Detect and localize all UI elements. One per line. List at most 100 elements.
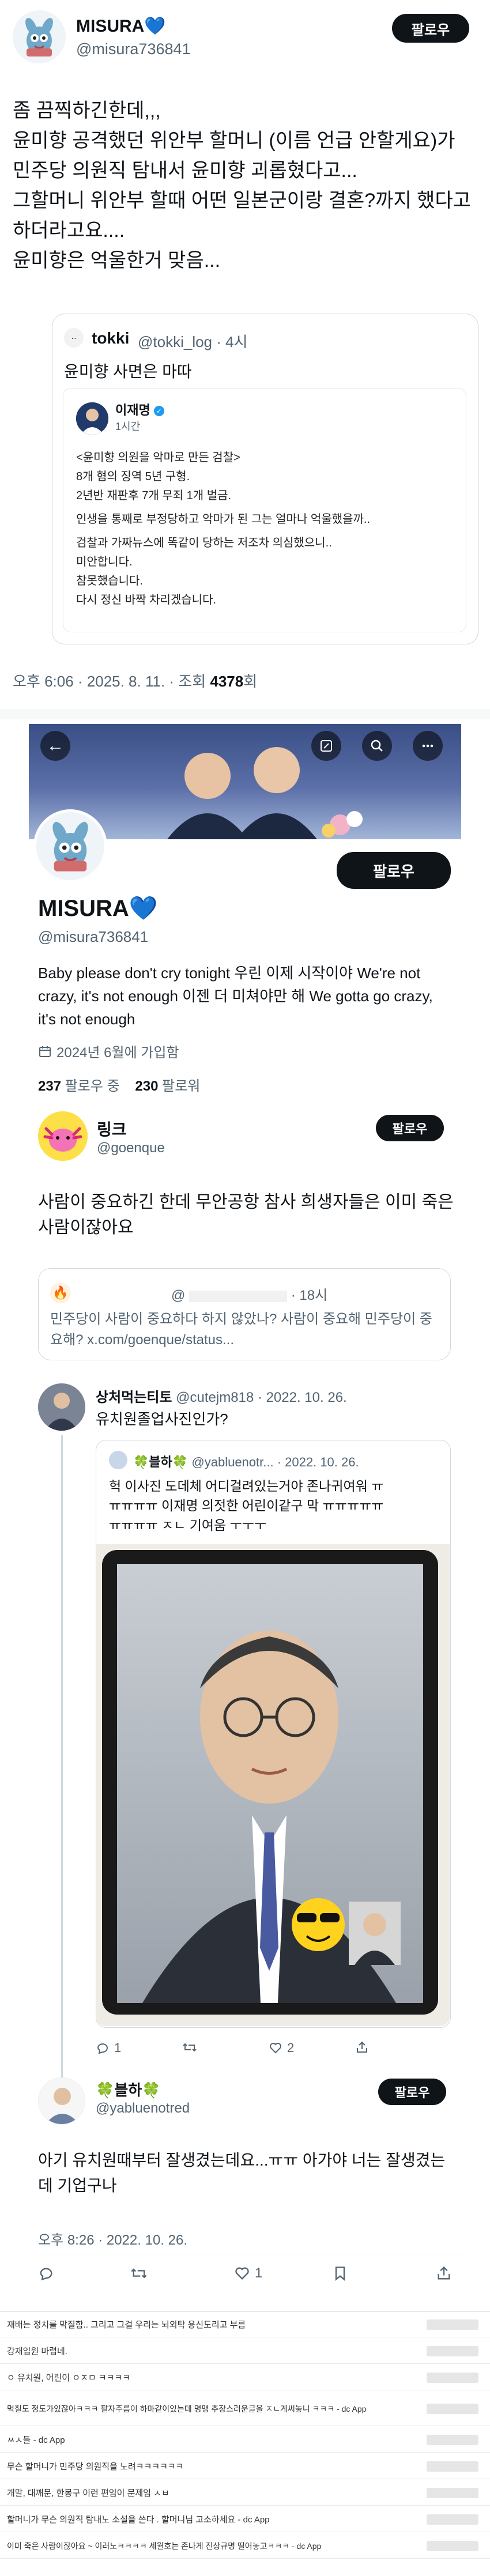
- misura-avatar-icon: [13, 10, 66, 63]
- comment-text: 이미 죽은 사람이잖아요 ~ 이러노ㅋㅋㅋㅋ 세월호는 존나게 진상규명 떨어놓…: [7, 2541, 322, 2551]
- post-text-line: 윤미향 공격했던 위안부 할머니 (이름 언급 안할게요)가: [13, 130, 455, 152]
- inner-author-name: 이재명: [115, 403, 150, 417]
- post-text-line: 하더라고요....: [13, 220, 125, 242]
- redacted-info: [427, 2372, 478, 2383]
- comments-section: 재배는 정치를 막질함.. 그리고 그걸 우리는 뇌외탁 용신도리고 부름 강재…: [0, 2311, 490, 2576]
- profile-handle: @misura736841: [38, 928, 149, 945]
- share-icon: [438, 2266, 450, 2280]
- followers-count: 230: [135, 1078, 159, 1094]
- comment-text: 재배는 정치를 막질함.. 그리고 그걸 우리는 뇌외탁 용신도리고 부름: [7, 2320, 246, 2330]
- reply-name[interactable]: 링크: [97, 1117, 127, 1140]
- thread-name[interactable]: 상처먹는티토: [96, 1390, 172, 1405]
- comment-text: ㅇ 유치원, 어린이 ㅇㅈㅁ ㅋㅋㅋㅋ: [7, 2373, 131, 2383]
- inner-line: 미안합니다.: [76, 556, 133, 568]
- thread-avatar[interactable]: [38, 1383, 85, 1431]
- share-action[interactable]: [436, 2265, 452, 2281]
- author-handle[interactable]: @misura736841: [76, 40, 191, 58]
- fire-icon: 🔥: [50, 1283, 71, 1303]
- comment-text: 무슨 할머니가 민주당 의원직을 노려ㅋㅋㅋㅋㅋㅋ: [7, 2462, 184, 2472]
- reply-icon: [97, 2043, 108, 2054]
- reply-quote-card[interactable]: 🔥 @ · 18시 민주당이 사람이 중요하다 하지 않았나? 사람이 중요해 …: [38, 1268, 451, 1360]
- redacted-info: [427, 2345, 478, 2356]
- quote-line: ㅠㅠㅠㅠ 이재명 의젓한 어린이같구 막 ㅠㅠㅠㅠㅠ: [109, 1498, 384, 1513]
- comment-row[interactable]: 무슨 할머니가 민주당 의원직을 노려ㅋㅋㅋㅋㅋㅋ: [0, 2454, 490, 2479]
- verified-icon: ✓: [153, 406, 164, 417]
- retweet-action[interactable]: [130, 2265, 148, 2281]
- comment-row[interactable]: 개말, 대깨문, 한몽구 이런 편임이 문제임 ㅅㅂ: [0, 2480, 490, 2506]
- reply-quote-meta: @ · 18시: [171, 1284, 327, 1304]
- post-text: 좀 끔찍하긴한데,,, 윤미향 공격했던 위안부 할머니 (이름 언급 안할게요…: [13, 96, 480, 276]
- comment-text: 먹칠도 정도가있잖아ㅋㅋㅋ 팔자주름이 하마같이있는데 명맹 추장스러운글을 ㅈ…: [7, 2404, 367, 2413]
- thread-handle[interactable]: @cutejm818: [176, 1390, 254, 1405]
- search-icon: [371, 740, 383, 752]
- reply2-meta: 오후 8:26 · 2022. 10. 26.: [38, 2232, 187, 2248]
- follow-button[interactable]: 팔로우: [392, 14, 469, 43]
- reply-follow-button[interactable]: 팔로우: [376, 1115, 444, 1141]
- reply2-text: 아기 유치원때부터 잘생겼는데요...ㅠㅠ 아가야 너는 잘생겼는데 기업구나: [38, 2151, 446, 2194]
- following-link[interactable]: 237 팔로우 중: [38, 1078, 120, 1094]
- reply2-follow-button[interactable]: 팔로우: [378, 2079, 446, 2105]
- inner-line: <윤미향 의원을 악마로 만든 검찰>: [76, 451, 240, 464]
- post-text-line: 민주당 의원직 탐내서 윤미향 괴롭혔다고...: [13, 160, 357, 182]
- followers-link[interactable]: 230 팔로워: [135, 1078, 200, 1094]
- author-name-text: MISURA: [76, 17, 145, 36]
- reply2-handle[interactable]: @yabluenotred: [96, 2100, 190, 2117]
- like-action[interactable]: 2: [269, 2041, 294, 2055]
- edit-icon: [321, 740, 332, 752]
- view-count: 4378: [210, 673, 244, 690]
- inner-text: <윤미향 의원을 악마로 만든 검찰> 8개 혐의 징역 5년 구형. 2년반 …: [76, 448, 462, 610]
- author-name[interactable]: MISURA💙: [76, 16, 166, 36]
- comment-row[interactable]: 할머니가 무슨 의원직 탐내노 소설을 쓴다 . 할머니님 고소하세요 - dc…: [0, 2507, 490, 2532]
- like-count: 2: [287, 2041, 295, 2055]
- profile-joined: 2024년 6월에 가입함: [38, 1041, 179, 1061]
- post-text-line: 좀 끔찍하긴한데,,,: [13, 100, 161, 122]
- following-label: 팔로우 중: [65, 1078, 120, 1094]
- profile-bio: Baby please don't cry tonight 우린 이제 시작이야…: [38, 964, 433, 1028]
- comment-row[interactable]: 강재입원 마렵네.: [0, 2339, 490, 2364]
- thread-line: [61, 1435, 63, 2077]
- edit-image-button[interactable]: [311, 731, 341, 761]
- quote-handle-text: @tokki_log: [138, 333, 213, 350]
- quote-card[interactable]: ·· tokki @tokki_log · 4시 윤미향 사면은 마따 이재명 …: [52, 314, 478, 644]
- comment-text: ㅆㅅ들 - dc App: [7, 2435, 65, 2445]
- post-meta: 오후 6:06 · 2025. 8. 11. · 조회 4378회: [13, 670, 257, 691]
- thread-date: · 2022. 10. 26.: [257, 1390, 347, 1405]
- comment-row[interactable]: ㅆㅅ들 - dc App: [0, 2427, 490, 2453]
- profile-stats: 237 팔로우 중 230 팔로워: [38, 1074, 200, 1095]
- retweet-action[interactable]: [182, 2041, 197, 2054]
- reply-avatar[interactable]: [38, 1111, 88, 1161]
- share-action[interactable]: [355, 2041, 369, 2054]
- comment-text: 할머니가 무슨 의원직 탐내노 소설을 쓴다 . 할머니님 고소하세요 - dc…: [7, 2515, 270, 2525]
- comment-row[interactable]: 먹칠도 정도가있잖아ㅋㅋㅋ 팔자주름이 하마같이있는데 명맹 추장스러운글을 ㅈ…: [0, 2392, 490, 2426]
- profile-name-text: MISURA: [38, 896, 129, 921]
- redacted-info: [427, 2319, 478, 2330]
- author-avatar[interactable]: [13, 10, 66, 63]
- quote-avatar: [109, 1451, 127, 1469]
- bookmark-action[interactable]: [332, 2265, 348, 2281]
- reply-action[interactable]: [38, 2265, 54, 2281]
- profile-joined-text: 2024년 6월에 가입함: [56, 1045, 179, 1061]
- comment-row[interactable]: ㅇ 유치원, 어린이 ㅇㅈㅁ ㅋㅋㅋㅋ: [0, 2365, 490, 2390]
- quote-author-name: 🍀블하🍀: [133, 1455, 189, 1469]
- retweet-icon: [183, 2043, 197, 2052]
- framed-portrait-image[interactable]: [96, 1544, 450, 2026]
- blue-heart-icon: 💙: [144, 17, 166, 36]
- like-action[interactable]: 1: [234, 2265, 262, 2281]
- comment-row[interactable]: 재배는 정치를 막질함.. 그리고 그걸 우리는 뇌외탁 용신도리고 부름: [0, 2312, 490, 2337]
- reply-action[interactable]: 1: [96, 2041, 121, 2055]
- search-button[interactable]: [362, 731, 392, 761]
- reply-quote-time: · 18시: [291, 1288, 328, 1303]
- inner-line: 다시 정신 바짝 차리겠습니다.: [76, 594, 217, 606]
- back-button[interactable]: ←: [40, 731, 70, 761]
- quote-line: ㅠㅠㅠㅠ ㅈㄴ 기여움 ㅜㅜㅜ: [109, 1518, 267, 1533]
- inner-time: 1시간: [115, 421, 141, 432]
- reply2-name[interactable]: 🍀블하🍀: [96, 2079, 161, 2100]
- thread-quote-card[interactable]: 🍀블하🍀 @yabluenotr... · 2022. 10. 26. 헉 이사…: [96, 1440, 451, 2028]
- reply-handle[interactable]: @goenque: [97, 1140, 165, 1156]
- reply2-avatar[interactable]: [38, 2077, 85, 2125]
- more-button[interactable]: [413, 731, 443, 761]
- inner-line: 참못했습니다.: [76, 575, 143, 587]
- profile-avatar[interactable]: [33, 809, 107, 883]
- comment-row[interactable]: 이미 죽은 사람이잖아요 ~ 이러노ㅋㅋㅋㅋ 세월호는 존나게 진상규명 떨어놓…: [0, 2533, 490, 2559]
- profile-follow-button[interactable]: 팔로우: [337, 852, 451, 889]
